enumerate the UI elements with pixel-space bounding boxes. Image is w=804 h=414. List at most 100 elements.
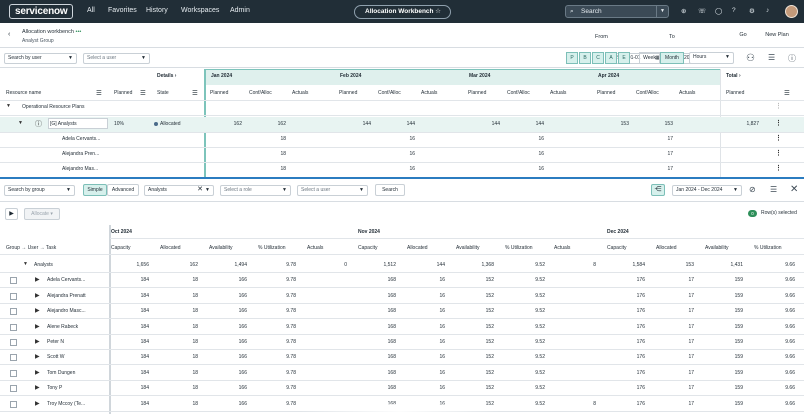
expand-toggle-icon[interactable]: ▶ (35, 292, 40, 299)
more-icon[interactable]: ••• (76, 29, 82, 35)
gear-icon[interactable]: ⚙ (749, 7, 755, 15)
col-availability[interactable]: Availability (705, 245, 729, 251)
nav-item-admin[interactable]: Admin (230, 7, 250, 14)
col-utilization[interactable]: % Utilization (258, 245, 286, 251)
col-group-user-task[interactable]: Group → User → Task (6, 245, 56, 251)
row-menu-icon[interactable]: ⋮ (775, 102, 782, 110)
row-checkbox[interactable] (10, 385, 17, 393)
col-allocated[interactable]: Allocated (160, 245, 181, 251)
row-checkbox[interactable] (10, 308, 17, 316)
col-capacity[interactable]: Capacity (607, 245, 626, 251)
unit-select[interactable]: Hours ▼ (689, 52, 734, 64)
column-menu-icon[interactable]: ☰ (96, 89, 102, 97)
nav-item-workspaces[interactable]: Workspaces (181, 7, 219, 14)
chevron-down-icon[interactable]: ▼ (656, 5, 668, 18)
close-icon[interactable]: ✕ (790, 184, 798, 195)
expand-toggle-icon[interactable]: ▼ (6, 103, 11, 109)
col-planned[interactable]: Planned (597, 90, 615, 96)
play-icon[interactable]: ▶ (5, 208, 18, 220)
month-value-cell[interactable]: 144 (341, 121, 371, 127)
filter-pill-p[interactable]: P (566, 52, 578, 64)
new-plan-button[interactable]: New Plan (762, 30, 792, 41)
col-utilization[interactable]: % Utilization (754, 245, 782, 251)
col-resource-name[interactable]: Resource name (6, 90, 41, 96)
col-capacity[interactable]: Capacity (358, 245, 377, 251)
filter-pill-e[interactable]: E (618, 52, 630, 64)
bell-icon[interactable]: ♪ (766, 7, 769, 14)
search-by-group-select[interactable]: Search by group ▼ (4, 185, 75, 196)
month-value-cell[interactable]: 16 (514, 136, 544, 142)
month-value-cell[interactable]: 17 (643, 166, 673, 172)
help-icon[interactable]: ? (732, 7, 736, 14)
col-planned[interactable]: Planned (114, 90, 132, 96)
global-search-input[interactable]: Search (581, 8, 602, 15)
col-allocated[interactable]: Allocated (656, 245, 677, 251)
col-actuals[interactable]: Actuals (307, 245, 323, 251)
nav-item-favorites[interactable]: Favorites (108, 7, 137, 14)
workspace-title-pill[interactable]: Allocation Workbench ☆ (354, 5, 451, 19)
info-icon[interactable]: ⓘ (788, 53, 796, 64)
details-header[interactable]: Details › (157, 73, 176, 79)
week-toggle[interactable]: Week (639, 52, 660, 64)
resource-user-icon[interactable]: ⚇ (746, 53, 755, 64)
settings-sliders-icon[interactable]: ☰ (770, 185, 777, 194)
col-actuals[interactable]: Actuals (550, 90, 566, 96)
col-allocated[interactable]: Allocated (407, 245, 428, 251)
row-checkbox[interactable] (10, 354, 17, 362)
star-icon[interactable]: ☆ (435, 6, 441, 18)
col-utilization[interactable]: % Utilization (505, 245, 533, 251)
expand-toggle-icon[interactable]: ▼ (23, 261, 28, 267)
date-range-select[interactable]: Jan 2024 - Dec 2024 ▼ (672, 185, 742, 196)
row-checkbox[interactable] (10, 323, 17, 331)
expand-toggle-icon[interactable]: ▶ (35, 338, 40, 345)
col-availability[interactable]: Availability (456, 245, 480, 251)
select-role-input[interactable]: Select a role ▼ (220, 185, 291, 196)
month-value-cell[interactable]: 17 (643, 136, 673, 142)
filter-pill-a[interactable]: A (605, 52, 617, 64)
search-button[interactable]: Search (375, 184, 405, 196)
month-value-cell[interactable]: 144 (470, 121, 500, 127)
month-value-cell[interactable]: 162 (212, 121, 242, 127)
month-value-cell[interactable]: 18 (256, 166, 286, 172)
advanced-toggle[interactable]: Advanced (107, 184, 139, 196)
col-conf-alloc[interactable]: Conf/Alloc (636, 90, 659, 96)
col-actuals[interactable]: Actuals (679, 90, 695, 96)
expand-toggle-icon[interactable]: ▶ (35, 323, 40, 330)
month-value-cell[interactable]: 16 (514, 166, 544, 172)
expand-toggle-icon[interactable]: ▶ (35, 384, 40, 391)
group-select[interactable]: Analysts ✕ ▼ (144, 185, 214, 196)
col-planned[interactable]: Planned (210, 90, 228, 96)
month-value-cell[interactable]: 17 (643, 151, 673, 157)
month-value-cell[interactable]: 18 (256, 136, 286, 142)
row-menu-icon[interactable]: ⋮ (775, 119, 782, 127)
pane-splitter[interactable] (0, 177, 804, 179)
col-actuals[interactable]: Actuals (421, 90, 437, 96)
expand-toggle-icon[interactable]: ▶ (35, 307, 40, 314)
row-menu-icon[interactable]: ⋮ (775, 164, 782, 172)
col-availability[interactable]: Availability (209, 245, 233, 251)
allocate-button[interactable]: Allocate ▾ (24, 208, 60, 220)
col-actuals[interactable]: Actuals (554, 245, 570, 251)
nav-item-history[interactable]: History (146, 7, 168, 14)
col-conf-alloc[interactable]: Conf/Alloc (249, 90, 272, 96)
back-arrow-icon[interactable]: ‹ (8, 31, 10, 38)
col-actuals[interactable]: Actuals (292, 90, 308, 96)
hide-icon[interactable]: ⊘ (749, 185, 756, 194)
simple-toggle[interactable]: Simple (83, 184, 107, 196)
row-checkbox[interactable] (10, 369, 17, 377)
month-value-cell[interactable]: 162 (256, 121, 286, 127)
month-value-cell[interactable]: 153 (599, 121, 629, 127)
globe-icon[interactable]: ⊕ (681, 7, 686, 15)
filter-pill-c[interactable]: C (592, 52, 604, 64)
total-header[interactable]: Total › (726, 73, 741, 79)
global-search[interactable]: ⌕ Search ▼ (565, 5, 669, 18)
month-value-cell[interactable]: 16 (514, 151, 544, 157)
expand-toggle-icon[interactable]: ▶ (35, 276, 40, 283)
row-menu-icon[interactable]: ⋮ (775, 149, 782, 157)
month-value-cell[interactable]: 153 (643, 121, 673, 127)
col-planned[interactable]: Planned (468, 90, 486, 96)
select-user-input[interactable]: Select a user ▼ (83, 53, 150, 64)
row-checkbox[interactable] (10, 339, 17, 346)
col-conf-alloc[interactable]: Conf/Alloc (378, 90, 401, 96)
month-value-cell[interactable]: 18 (256, 151, 286, 157)
